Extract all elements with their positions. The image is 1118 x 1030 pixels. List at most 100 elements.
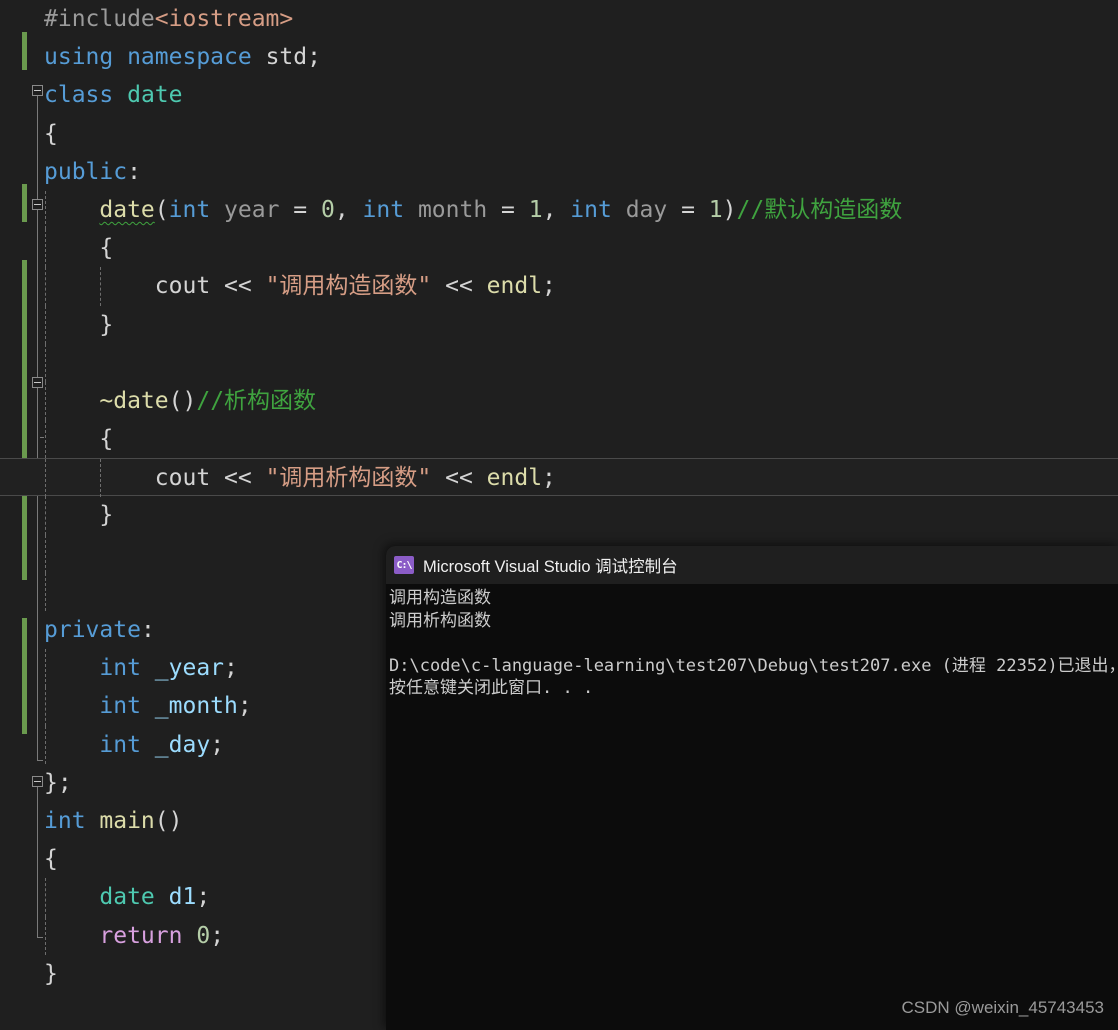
csdn-watermark: CSDN @weixin_45743453 xyxy=(901,998,1104,1017)
indent-guide xyxy=(45,305,46,344)
code-token: << xyxy=(431,465,487,492)
code-token: , xyxy=(542,196,571,223)
code-line[interactable]: class date xyxy=(0,76,1118,114)
indent-guide xyxy=(45,916,46,955)
code-token: 1 xyxy=(708,196,723,223)
indent-guide xyxy=(45,190,46,230)
code-token: ; xyxy=(237,693,252,720)
code-line[interactable] xyxy=(0,343,1118,382)
code-token: } xyxy=(44,960,58,987)
code-token: ; xyxy=(196,884,211,911)
code-token: : xyxy=(140,617,155,643)
code-token: main xyxy=(99,807,155,834)
code-token: = xyxy=(501,196,529,223)
code-token: }; xyxy=(44,769,72,796)
code-token: private xyxy=(44,617,141,643)
code-token: return xyxy=(99,922,183,949)
code-token: { xyxy=(99,426,114,453)
code-token: ~date xyxy=(99,387,169,414)
code-token: class xyxy=(44,82,128,109)
code-line[interactable]: { xyxy=(0,229,1118,268)
code-token: << xyxy=(210,465,266,492)
code-token: int xyxy=(99,731,141,758)
code-token: int xyxy=(362,196,405,223)
code-token: = xyxy=(681,196,709,223)
code-token: } xyxy=(99,502,114,529)
indent-guide xyxy=(45,534,46,573)
code-line[interactable]: date(int year = 0, int month = 1, int da… xyxy=(0,190,1118,230)
code-token: 1 xyxy=(528,196,543,223)
indent-guide xyxy=(100,267,102,306)
indent-guide xyxy=(45,687,46,726)
indent-guide xyxy=(45,420,46,459)
code-token: endl xyxy=(486,465,543,492)
code-token: ) xyxy=(722,196,737,223)
code-token: 0 xyxy=(196,922,211,949)
code-line[interactable]: { xyxy=(0,420,1118,459)
console-output: 调用构造函数 调用析构函数 D:\code\c-language-learnin… xyxy=(389,588,1118,698)
code-line[interactable]: public: xyxy=(0,153,1118,191)
code-token: date xyxy=(99,884,155,911)
code-token: = xyxy=(293,196,321,223)
code-line[interactable]: #include<iostream> xyxy=(0,0,1118,38)
code-token: std xyxy=(265,44,308,71)
code-token: ( xyxy=(154,196,169,223)
code-token: date xyxy=(127,82,183,109)
code-line[interactable]: ~date()//析构函数 xyxy=(0,381,1118,421)
code-token: _year xyxy=(154,655,225,682)
code-token: 0 xyxy=(320,196,335,223)
code-line[interactable]: using namespace std; xyxy=(0,38,1118,76)
indent-guide xyxy=(45,267,46,306)
code-token: "调用构造函数" xyxy=(265,273,432,300)
code-token: endl xyxy=(486,273,543,300)
code-token: using namespace xyxy=(44,44,266,71)
indent-guide xyxy=(45,649,46,688)
code-token: _month xyxy=(154,693,238,720)
console-titlebar[interactable]: C:\ Microsoft Visual Studio 调试控制台 xyxy=(386,546,1118,584)
debug-console-window[interactable]: C:\ Microsoft Visual Studio 调试控制台 调用构造函数… xyxy=(386,546,1118,1030)
indent-guide xyxy=(45,496,46,535)
code-token: : xyxy=(127,158,141,185)
cmd-prompt-icon: C:\ xyxy=(394,556,414,574)
code-token: cout xyxy=(154,273,211,300)
code-token: , xyxy=(334,196,363,223)
code-line[interactable]: cout << "调用析构函数" << endl; xyxy=(0,458,1118,498)
code-token: public xyxy=(44,158,128,185)
code-token: << xyxy=(210,273,266,300)
code-token: { xyxy=(44,846,58,873)
indent-guide xyxy=(45,229,46,268)
code-token: () xyxy=(154,807,183,834)
code-token: () xyxy=(168,387,197,414)
indent-guide xyxy=(45,459,46,498)
code-token: #include xyxy=(44,6,155,32)
code-line[interactable]: { xyxy=(0,115,1118,153)
code-line[interactable]: cout << "调用构造函数" << endl; xyxy=(0,267,1118,306)
code-token: _day xyxy=(154,731,211,758)
code-token: year xyxy=(210,196,294,223)
code-token: int xyxy=(99,655,141,682)
indent-guide xyxy=(45,725,46,764)
code-token: ; xyxy=(210,922,225,949)
code-line[interactable]: } xyxy=(0,305,1118,344)
code-line[interactable]: } xyxy=(0,496,1118,535)
